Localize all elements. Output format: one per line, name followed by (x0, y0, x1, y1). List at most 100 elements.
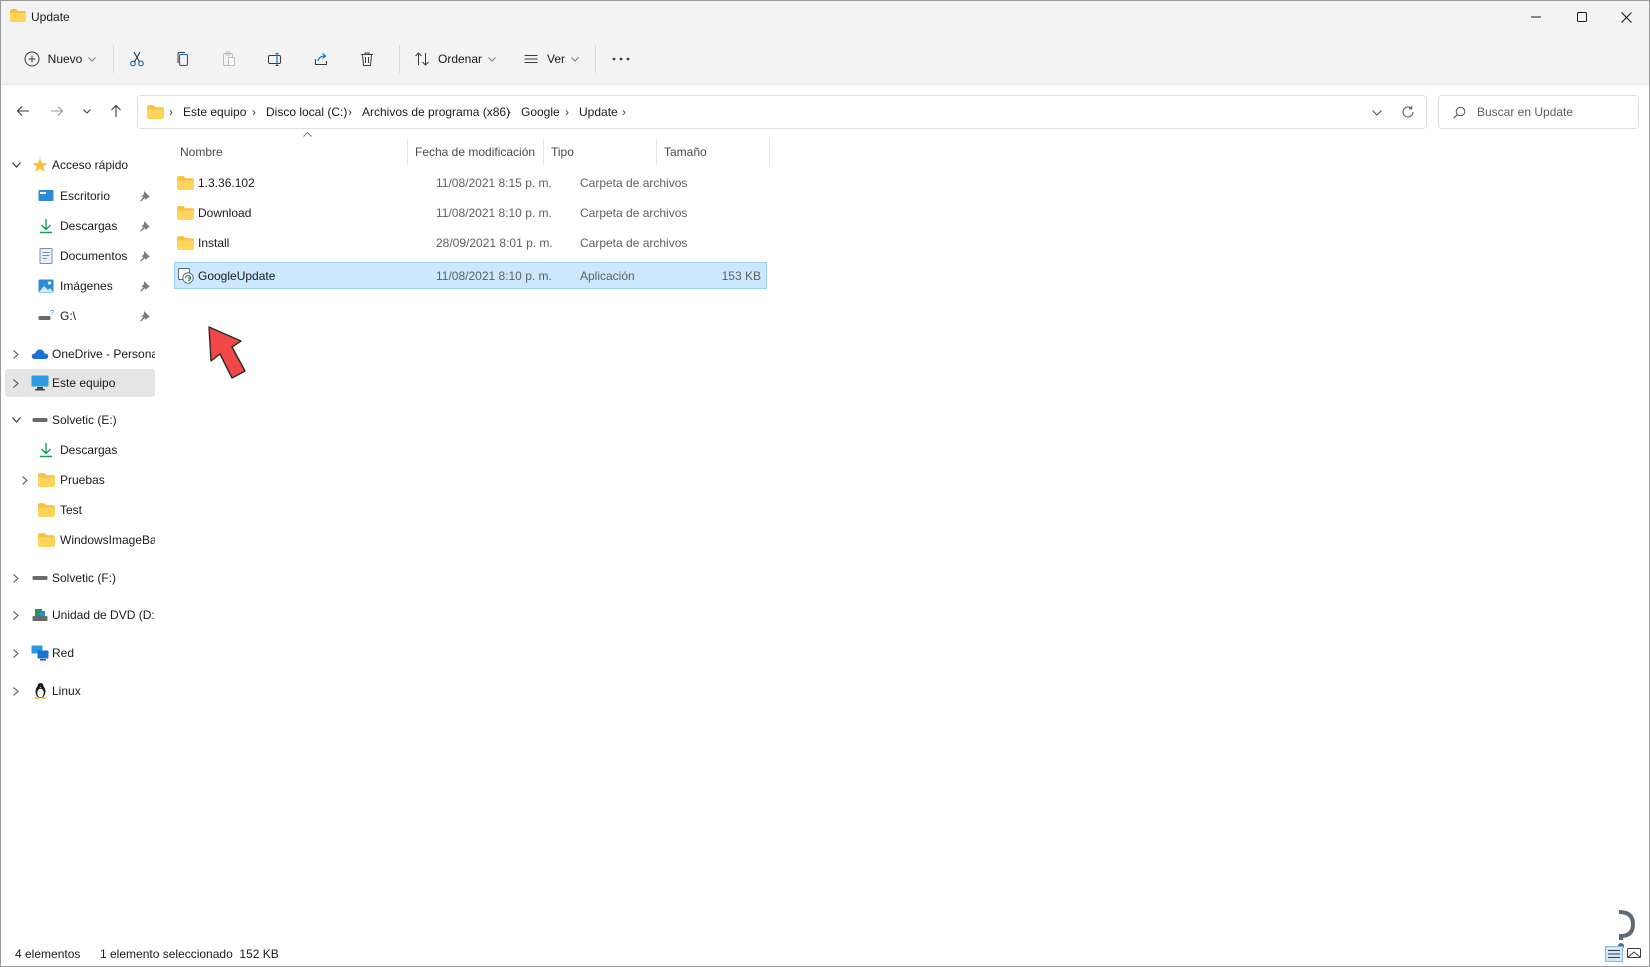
up-button[interactable] (104, 99, 128, 123)
table-row[interactable]: 1.3.36.102 11/08/2021 8:15 p. m. Carpeta… (174, 169, 767, 196)
title-bar: Update (1, 1, 1649, 33)
drive-icon (31, 569, 49, 587)
cloud-icon (31, 345, 49, 363)
breadcrumb-item-current[interactable]: Update (579, 105, 618, 119)
cut-button[interactable] (121, 43, 153, 75)
sidebar-item-dvd[interactable]: Unidad de DVD (D:) (5, 601, 155, 629)
chevron-right-icon[interactable] (8, 570, 24, 586)
view-list-icon (524, 55, 538, 63)
address-bar[interactable]: › Este equipo › Disco local (C:) › Archi… (137, 95, 1427, 129)
close-button[interactable] (1603, 1, 1649, 33)
chevron-right-icon[interactable] (8, 683, 24, 699)
chevron-down-icon[interactable] (8, 412, 24, 428)
table-row-selected[interactable]: GoogleUpdate 11/08/2021 8:10 p. m. Aplic… (174, 262, 767, 289)
sidebar-item-onedrive[interactable]: OneDrive - Personal (5, 340, 155, 368)
window-title: Update (31, 10, 70, 24)
view-button[interactable]: Ver (521, 43, 581, 75)
rename-button[interactable] (259, 43, 291, 75)
column-header-modified[interactable]: Fecha de modificación (415, 145, 535, 159)
pin-icon[interactable] (139, 310, 151, 322)
column-divider[interactable] (407, 139, 408, 165)
recent-locations-button[interactable] (75, 99, 99, 123)
view-button-label: Ver (546, 52, 565, 66)
search-input[interactable] (1477, 104, 1632, 120)
share-button[interactable] (305, 43, 337, 75)
status-item-count: 4 elementos (15, 947, 81, 961)
pin-icon[interactable] (139, 220, 151, 232)
sidebar-item-windowsimagebackup[interactable]: WindowsImageBa (5, 526, 155, 554)
paste-button[interactable] (213, 43, 245, 75)
sidebar-item-label: Test (60, 503, 83, 517)
chevron-right-icon[interactable] (8, 375, 24, 391)
breadcrumb-item[interactable]: Google (521, 105, 560, 119)
tiles-view-button[interactable] (1626, 946, 1644, 962)
breadcrumb-separator: › (252, 105, 256, 119)
table-row[interactable]: Install 28/09/2021 8:01 p. m. Carpeta de… (174, 229, 767, 256)
sidebar-item-desktop[interactable]: Escritorio (5, 182, 155, 210)
refresh-icon[interactable] (1401, 105, 1415, 119)
tiles-view-icon (1627, 948, 1641, 958)
breadcrumb-separator: › (169, 105, 173, 119)
delete-button[interactable] (351, 43, 383, 75)
sidebar-item-quick-access[interactable]: Acceso rápido (5, 151, 155, 179)
sidebar-item-drive-e[interactable]: Solvetic (E:) (5, 406, 155, 434)
chevron-right-icon[interactable] (8, 645, 24, 661)
more-options-button[interactable] (605, 43, 637, 75)
sidebar-item-label: Imágenes (60, 279, 113, 293)
breadcrumb-item[interactable]: Este equipo (183, 105, 246, 119)
sidebar-item-label: WindowsImageBa (60, 533, 155, 547)
column-header-type[interactable]: Tipo (551, 145, 574, 159)
chevron-down-icon[interactable] (1372, 110, 1382, 116)
sidebar-item-pictures[interactable]: Imágenes (5, 272, 155, 300)
share-icon (315, 53, 327, 65)
folder-icon (177, 236, 194, 250)
column-header-size[interactable]: Tamaño (664, 145, 707, 159)
sort-button[interactable]: Ordenar (413, 43, 497, 75)
breadcrumb-item[interactable]: Archivos de programa (x86) (362, 105, 510, 119)
sidebar-item-e-downloads[interactable]: Descargas (5, 436, 155, 464)
column-divider[interactable] (543, 139, 544, 165)
file-name: 1.3.36.102 (198, 176, 255, 190)
sidebar-item-network[interactable]: Red (5, 639, 155, 667)
sidebar-item-label: Solvetic (E:) (52, 413, 117, 427)
details-view-button[interactable] (1605, 946, 1623, 962)
forward-button[interactable] (45, 99, 69, 123)
drive-icon (31, 411, 49, 429)
file-modified: 11/08/2021 8:10 p. m. (436, 269, 552, 283)
breadcrumb-separator: › (507, 105, 511, 119)
minimize-button[interactable] (1513, 1, 1559, 33)
chevron-down-icon (83, 108, 91, 114)
sidebar-item-test[interactable]: Test (5, 496, 155, 524)
search-box[interactable] (1438, 95, 1639, 129)
column-divider[interactable] (656, 139, 657, 165)
new-button[interactable]: Nuevo (19, 43, 101, 75)
close-icon (1620, 11, 1632, 23)
chevron-right-icon[interactable] (8, 607, 24, 623)
pin-icon[interactable] (139, 190, 151, 202)
sidebar-item-documents[interactable]: Documentos (5, 242, 155, 270)
table-row[interactable]: Download 11/08/2021 8:10 p. m. Carpeta d… (174, 199, 767, 226)
column-header-name[interactable]: Nombre (180, 145, 223, 159)
desktop-icon (37, 187, 55, 205)
sidebar-item-label: Acceso rápido (52, 158, 129, 172)
pin-icon[interactable] (139, 250, 151, 262)
chevron-right-icon[interactable] (17, 472, 33, 488)
sidebar-item-drive-f[interactable]: Solvetic (F:) (5, 564, 155, 592)
copy-button[interactable] (167, 43, 199, 75)
breadcrumb-item[interactable]: Disco local (C:) (266, 105, 347, 119)
download-icon (37, 441, 55, 459)
chevron-down-icon[interactable] (8, 157, 24, 173)
pin-icon[interactable] (139, 280, 151, 292)
back-button[interactable] (11, 99, 35, 123)
sidebar-item-pruebas[interactable]: Pruebas (5, 466, 155, 494)
sidebar-item-downloads[interactable]: Descargas (5, 212, 155, 240)
column-divider[interactable] (769, 139, 770, 165)
chevron-right-icon[interactable] (8, 346, 24, 362)
sidebar-item-this-pc[interactable]: Este equipo (5, 369, 155, 397)
sidebar-item-label: G:\ (60, 309, 77, 323)
sidebar-item-drive-g[interactable]: ? G:\ (5, 302, 155, 330)
sidebar-item-linux[interactable]: Linux (5, 677, 155, 705)
maximize-button[interactable] (1559, 1, 1605, 33)
maximize-icon (1577, 12, 1587, 22)
sort-ascending-icon (303, 132, 312, 137)
